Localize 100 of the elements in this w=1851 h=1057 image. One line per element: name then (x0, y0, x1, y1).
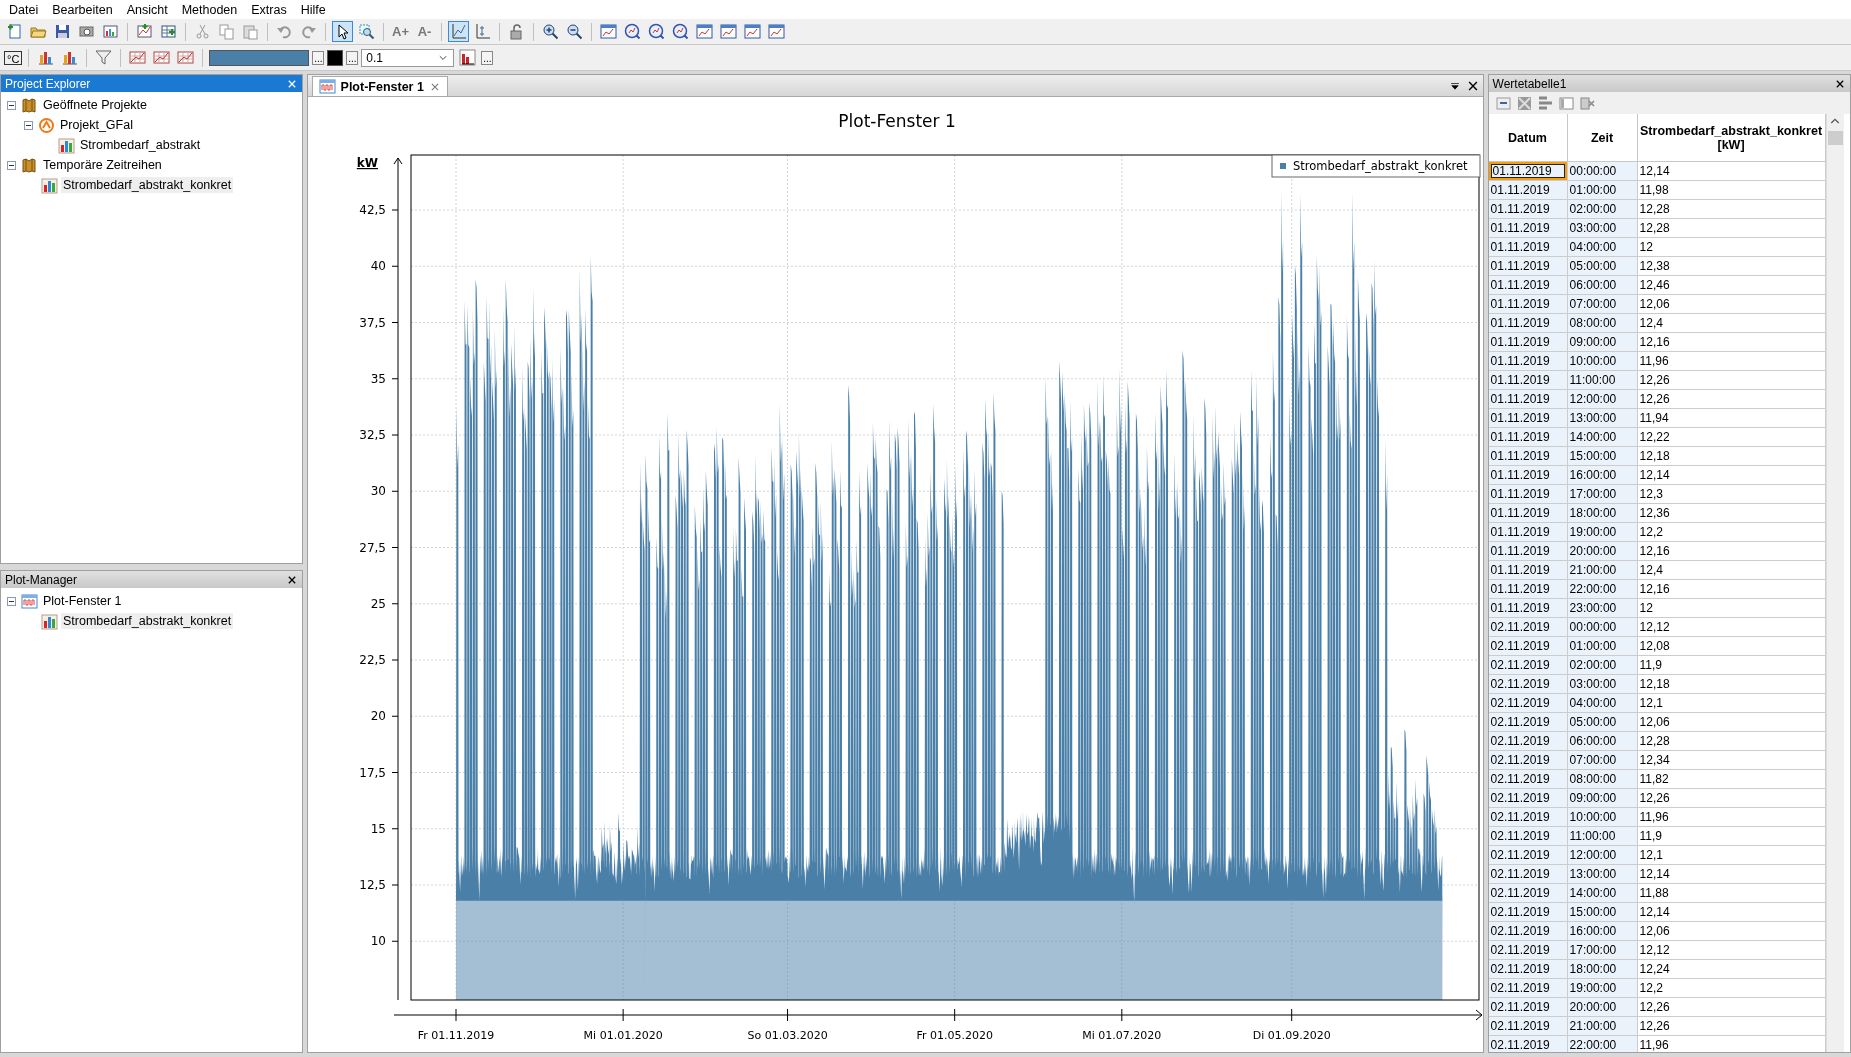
books-icon (21, 156, 38, 174)
axis-label: 10 (370, 934, 386, 949)
table-cell: 12,34 (1637, 751, 1826, 770)
bar-chart-icon (41, 176, 58, 194)
table-cell: 03:00:00 (1567, 219, 1638, 238)
bar-chart-icon (58, 136, 75, 154)
table-cell: 12 (1637, 599, 1826, 618)
axis-label: Mi 01.07.2020 (1081, 1029, 1161, 1042)
axis-label: Di 01.09.2020 (1252, 1029, 1331, 1042)
table-cell: 01.11.2019 (1488, 371, 1568, 390)
table-cell: 12,26 (1637, 390, 1826, 409)
column-header[interactable]: Strombedarf_abstrakt_konkret [kW] (1637, 114, 1826, 162)
axis-label: 32,5 (358, 428, 386, 442)
line-width-dropdown[interactable]: 0.1 (361, 48, 455, 67)
table-cell: 02.11.2019 (1488, 846, 1568, 865)
tree-item[interactable]: Strombedarf_abstrakt (78, 137, 203, 153)
table-cell: 02.11.2019 (1488, 884, 1568, 903)
table-cell: 02.11.2019 (1488, 656, 1568, 675)
grid-icon[interactable] (1515, 94, 1533, 112)
table-cell: 12,3 (1637, 485, 1826, 504)
expander-toggle[interactable] (7, 596, 16, 606)
table-cell: 12,4 (1637, 314, 1826, 333)
scroll-thumb[interactable] (1827, 131, 1843, 145)
axis-label: 20 (370, 709, 386, 724)
menu-item[interactable]: Hilfe (293, 2, 333, 17)
table-cell: 10:00:00 (1567, 352, 1638, 371)
table-cell: 09:00:00 (1567, 789, 1638, 808)
table-cell: 02.11.2019 (1488, 675, 1568, 694)
menu-item[interactable]: Datei (2, 2, 46, 17)
table-cell: 02.11.2019 (1488, 789, 1568, 808)
tree-item[interactable]: Strombedarf_abstrakt_konkret (61, 177, 234, 193)
table-cell: 11:00:00 (1567, 827, 1638, 846)
table-cell: 12,16 (1637, 580, 1826, 599)
table-cell: 02.11.2019 (1488, 694, 1568, 713)
table-cell: 12,18 (1637, 447, 1826, 466)
table-cell: 12,36 (1637, 504, 1826, 523)
color-swatch[interactable] (327, 49, 344, 66)
menu-item[interactable]: Extras (244, 2, 294, 17)
tree-item[interactable]: Temporäre Zeitreihen (41, 157, 164, 173)
menu-item[interactable]: Ansicht (119, 2, 175, 17)
axis-label: 15 (370, 821, 386, 836)
table-cell: 01.11.2019 (1488, 599, 1568, 618)
column-header[interactable]: Zeit (1567, 114, 1638, 162)
axis-label: Fr 01.11.2019 (417, 1029, 494, 1042)
tree-item[interactable]: Projekt_GFal (58, 117, 135, 133)
font-size-button[interactable]: A+ (390, 21, 411, 42)
table-cell: 02.11.2019 (1488, 1017, 1568, 1036)
table-cell: 01.11.2019 (1488, 561, 1568, 580)
menu-item[interactable]: Bearbeiten (45, 2, 120, 17)
more-button[interactable]: ... (312, 50, 325, 65)
font-size-button[interactable]: A- (414, 21, 435, 42)
table-cell: 01.11.2019 (1488, 390, 1568, 409)
table-cell: 16:00:00 (1567, 922, 1638, 941)
table-cell: 01.11.2019 (1488, 542, 1568, 561)
axis-label: 40 (370, 259, 386, 274)
color-swatch[interactable] (209, 49, 310, 66)
table-cell: 01.11.2019 (1488, 276, 1568, 295)
legend-swatch (1279, 163, 1286, 169)
plot-tab[interactable]: Plot-Fenster 1 (311, 76, 448, 96)
table-cell: 02:00:00 (1567, 656, 1638, 675)
table-cell: 22:00:00 (1567, 1036, 1638, 1052)
table-cell: 02.11.2019 (1488, 998, 1568, 1017)
table-cell: 15:00:00 (1567, 903, 1638, 922)
panel-icon[interactable] (1557, 94, 1575, 112)
more-button[interactable]: ... (346, 50, 359, 65)
table-cell: 12:00:00 (1567, 846, 1638, 865)
table-cell: 18:00:00 (1567, 504, 1638, 523)
expander-toggle[interactable] (7, 100, 16, 110)
table-cell: 12,2 (1637, 523, 1826, 542)
close-icon[interactable] (1466, 79, 1479, 92)
align-icon[interactable] (1536, 94, 1554, 112)
table-cell: 12,1 (1637, 694, 1826, 713)
tree-item[interactable]: Plot-Fenster 1 (41, 593, 124, 609)
plot-window-icon (21, 592, 38, 610)
table-cell: 12,22 (1637, 428, 1826, 447)
expander-toggle[interactable] (7, 160, 16, 170)
tree-item[interactable]: Strombedarf_abstrakt_konkret (61, 613, 234, 629)
table-cell: 02.11.2019 (1488, 808, 1568, 827)
column-icon[interactable] (1494, 94, 1512, 112)
table-cell: 12,26 (1637, 1017, 1826, 1036)
table-cell: 02.11.2019 (1488, 922, 1568, 941)
table-cell: 12,38 (1637, 257, 1826, 276)
panel-title: Plot-Manager (5, 572, 78, 587)
table-cell: 02.11.2019 (1488, 903, 1568, 922)
table-cell: 01.11.2019 (1488, 181, 1568, 200)
table-cell: 12,14 (1637, 903, 1826, 922)
temperature-button[interactable]: °C (4, 50, 23, 65)
delete-column-icon[interactable] (1578, 94, 1596, 112)
table-cell: 02.11.2019 (1488, 618, 1568, 637)
expander-toggle[interactable] (24, 120, 33, 130)
table-cell: 02.11.2019 (1488, 770, 1568, 789)
more-button[interactable]: ... (481, 50, 494, 65)
column-header[interactable]: Datum (1488, 114, 1568, 162)
table-cell: 12,1 (1637, 846, 1826, 865)
menu-item[interactable]: Methoden (174, 2, 245, 17)
table-cell: 01.11.2019 (1488, 504, 1568, 523)
table-cell: 11,9 (1637, 827, 1826, 846)
table-cell: 02.11.2019 (1488, 941, 1568, 960)
tree-item[interactable]: Geöffnete Projekte (41, 97, 149, 113)
table-cell: 12,16 (1637, 542, 1826, 561)
